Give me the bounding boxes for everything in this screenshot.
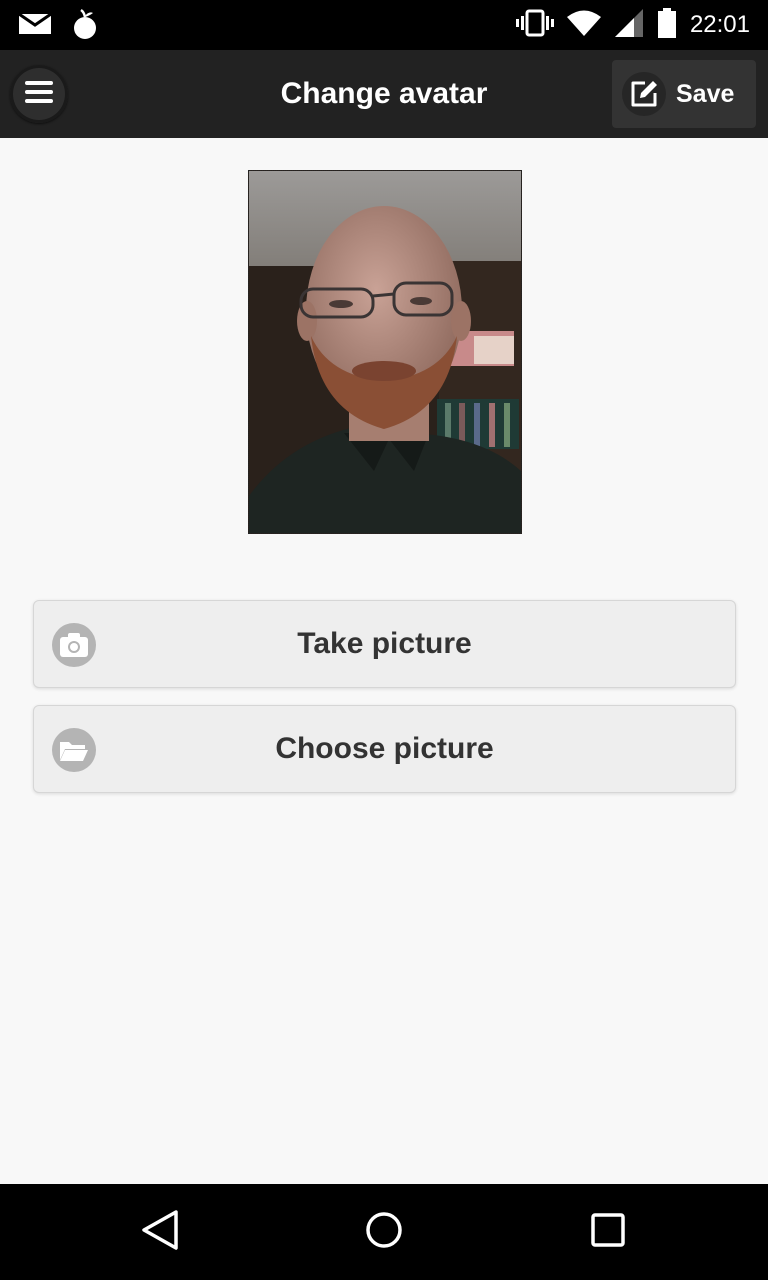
battery-icon (656, 7, 678, 43)
save-label: Save (676, 79, 735, 108)
hamburger-menu-icon (24, 79, 54, 110)
app-notification-icon (72, 8, 98, 45)
status-time: 22:01 (689, 11, 750, 38)
wifi-icon (566, 9, 602, 42)
back-icon (140, 1209, 180, 1256)
menu-button[interactable] (10, 65, 68, 123)
app-header: Change avatar Save (0, 50, 768, 138)
recents-button[interactable] (584, 1208, 632, 1256)
home-icon (364, 1210, 404, 1255)
recents-icon (590, 1212, 626, 1253)
take-picture-button[interactable]: Take picture (33, 600, 736, 688)
status-notifications (18, 8, 98, 45)
save-button[interactable]: Save (612, 60, 756, 128)
signal-icon (614, 8, 644, 43)
status-system: 22:01 (515, 7, 750, 43)
home-button[interactable] (360, 1208, 408, 1256)
mail-icon (18, 12, 52, 41)
choose-picture-button[interactable]: Choose picture (33, 705, 736, 793)
navigation-bar (0, 1184, 768, 1280)
avatar-image[interactable] (248, 170, 522, 534)
avatar-photo (249, 171, 521, 533)
page-title: Change avatar (280, 77, 488, 110)
take-picture-label: Take picture (297, 627, 472, 660)
choose-picture-label: Choose picture (275, 732, 494, 765)
back-button[interactable] (136, 1208, 184, 1256)
status-bar: 22:01 (0, 0, 768, 50)
edit-icon (622, 72, 666, 116)
screen: 22:01 Change avatar Save Take picture Ch… (0, 0, 768, 1280)
vibrate-icon (515, 9, 554, 42)
